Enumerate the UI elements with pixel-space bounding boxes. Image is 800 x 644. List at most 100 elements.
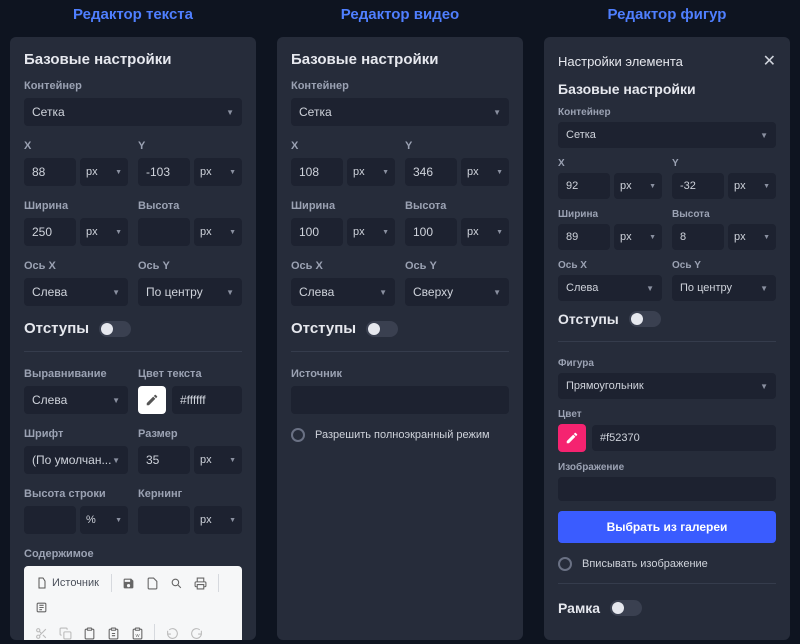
caret-down-icon: ▼: [760, 131, 768, 140]
y-input[interactable]: 346: [405, 158, 457, 186]
y-unit-select[interactable]: px▼: [461, 158, 509, 186]
width-unit-select[interactable]: px▼: [347, 218, 395, 246]
textcolor-label: Цвет текста: [138, 368, 242, 380]
lineheight-input[interactable]: [24, 506, 76, 534]
fit-image-radio[interactable]: [558, 557, 572, 571]
textcolor-input[interactable]: #ffffff: [172, 386, 242, 414]
toolbar-save-button[interactable]: [118, 572, 140, 594]
scissors-icon: [35, 627, 48, 640]
x-unit-select[interactable]: px▼: [347, 158, 395, 186]
fontsize-input[interactable]: 35: [138, 446, 190, 474]
shape-type-select[interactable]: Прямоугольник ▼: [558, 373, 776, 399]
y-input[interactable]: -103: [138, 158, 190, 186]
x-label: X: [291, 140, 395, 152]
textcolor-swatch[interactable]: [138, 386, 166, 414]
height-input[interactable]: [138, 218, 190, 246]
section-basic-title: Базовые настройки: [24, 51, 242, 68]
toolbar-paste-word-button[interactable]: W: [126, 622, 148, 640]
x-input[interactable]: 88: [24, 158, 76, 186]
caret-down-icon: ▼: [760, 284, 768, 293]
height-input[interactable]: 8: [672, 224, 724, 250]
axis-x-select[interactable]: Слева▼: [558, 275, 662, 301]
offsets-label: Отступы: [291, 320, 356, 337]
toolbar-paste-text-button[interactable]: [102, 622, 124, 640]
lineheight-label: Высота строки: [24, 488, 128, 500]
x-unit-select[interactable]: px▼: [80, 158, 128, 186]
offsets-toggle[interactable]: [99, 321, 131, 337]
content-label: Содержимое: [24, 548, 242, 560]
x-input[interactable]: 92: [558, 173, 610, 199]
x-input[interactable]: 108: [291, 158, 343, 186]
axis-y-select[interactable]: Сверху▼: [405, 278, 509, 306]
fontsize-unit-select[interactable]: px▼: [194, 446, 242, 474]
toolbar-separator: [154, 624, 155, 640]
width-input[interactable]: 89: [558, 224, 610, 250]
x-label: X: [558, 158, 662, 169]
width-unit-select[interactable]: px▼: [80, 218, 128, 246]
caret-down-icon: ▼: [226, 288, 234, 297]
height-unit-select[interactable]: px▼: [728, 224, 776, 250]
toolbar-copy-button[interactable]: [54, 622, 76, 640]
source-input[interactable]: [291, 386, 509, 414]
axis-y-select[interactable]: По центру▼: [138, 278, 242, 306]
container-select[interactable]: Сетка ▼: [24, 98, 242, 126]
image-label: Изображение: [558, 462, 776, 473]
height-unit-select[interactable]: px▼: [461, 218, 509, 246]
image-input[interactable]: [558, 477, 776, 501]
toolbar-redo-button[interactable]: [185, 622, 207, 640]
toolbar-print-button[interactable]: [190, 572, 212, 594]
container-label: Контейнер: [291, 80, 509, 92]
caret-down-icon: ▼: [112, 456, 120, 465]
toolbar-source-button[interactable]: Источник: [30, 572, 105, 594]
close-icon[interactable]: ✕: [763, 51, 776, 71]
width-input[interactable]: 250: [24, 218, 76, 246]
clipboard-text-icon: [107, 627, 120, 640]
fullscreen-radio[interactable]: [291, 428, 305, 442]
container-select[interactable]: Сетка ▼: [558, 122, 776, 148]
height-label: Высота: [405, 200, 509, 212]
clipboard-icon: [83, 627, 96, 640]
height-input[interactable]: 100: [405, 218, 457, 246]
caret-down-icon: ▼: [115, 229, 122, 236]
toolbar-undo-button[interactable]: [161, 622, 183, 640]
caret-down-icon: ▼: [649, 234, 656, 241]
axis-x-select[interactable]: Слева▼: [24, 278, 128, 306]
axis-x-select[interactable]: Слева▼: [291, 278, 395, 306]
width-input[interactable]: 100: [291, 218, 343, 246]
offsets-label: Отступы: [558, 311, 619, 327]
shapecolor-input[interactable]: #f52370: [592, 425, 776, 451]
width-unit-select[interactable]: px▼: [614, 224, 662, 250]
toolbar-paste-button[interactable]: [78, 622, 100, 640]
save-icon: [122, 577, 135, 590]
align-select[interactable]: Слева▼: [24, 386, 128, 414]
file-icon: [146, 577, 159, 590]
y-unit-select[interactable]: px▼: [194, 158, 242, 186]
frame-toggle[interactable]: [610, 600, 642, 616]
caret-down-icon: ▼: [496, 229, 503, 236]
source-label: Источник: [291, 368, 509, 380]
toolbar-separator: [111, 574, 112, 592]
axis-y-select[interactable]: По центру▼: [672, 275, 776, 301]
caret-down-icon: ▼: [763, 234, 770, 241]
shapecolor-label: Цвет: [558, 409, 776, 420]
x-unit-select[interactable]: px▼: [614, 173, 662, 199]
offsets-toggle[interactable]: [366, 321, 398, 337]
toolbar-preview-button[interactable]: [166, 572, 188, 594]
kerning-unit-select[interactable]: px▼: [194, 506, 242, 534]
toolbar-newdoc-button[interactable]: [142, 572, 164, 594]
font-select[interactable]: (По умолчан...▼: [24, 446, 128, 474]
toolbar-templates-button[interactable]: [30, 596, 52, 618]
offsets-toggle[interactable]: [629, 311, 661, 327]
toolbar-cut-button[interactable]: [30, 622, 52, 640]
container-select[interactable]: Сетка ▼: [291, 98, 509, 126]
y-input[interactable]: -32: [672, 173, 724, 199]
height-unit-select[interactable]: px▼: [194, 218, 242, 246]
column-title: Редактор текста: [10, 6, 256, 23]
axis-x-label: Ось X: [291, 260, 395, 272]
select-gallery-button[interactable]: Выбрать из галереи: [558, 511, 776, 543]
lineheight-unit-select[interactable]: %▼: [80, 506, 128, 534]
kerning-input[interactable]: [138, 506, 190, 534]
shapecolor-swatch[interactable]: [558, 424, 586, 452]
column-text-editor: Редактор текста Базовые настройки Контей…: [10, 4, 256, 640]
y-unit-select[interactable]: px▼: [728, 173, 776, 199]
